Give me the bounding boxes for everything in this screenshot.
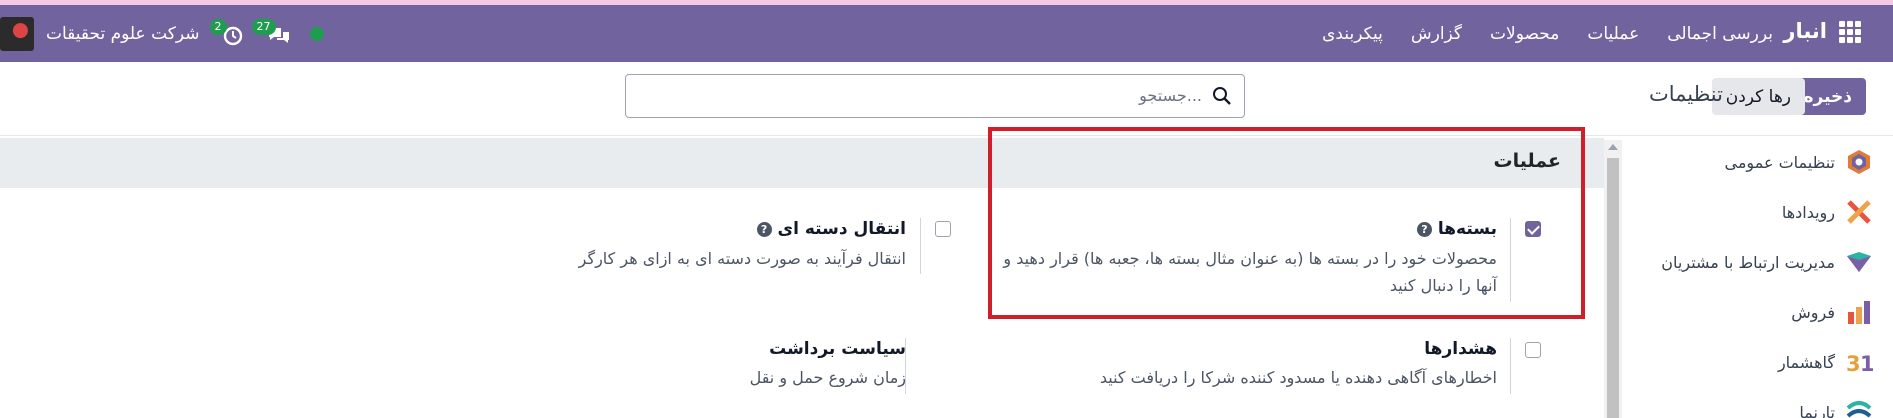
batch-transfer-checkbox[interactable] bbox=[935, 221, 951, 237]
activity-button[interactable]: 2 bbox=[209, 18, 246, 49]
search-icon bbox=[1213, 87, 1231, 105]
help-icon[interactable]: ? bbox=[756, 222, 772, 237]
calendar-icon: 3 1 bbox=[1846, 352, 1873, 376]
general-settings-icon bbox=[1848, 150, 1870, 174]
batch-transfer-label: انتقال دسته ای? bbox=[756, 219, 906, 239]
setting-removal-policy: سیاست برداشت زمان شروع حمل و نقل bbox=[400, 332, 960, 402]
settings-scrollbar[interactable] bbox=[1604, 140, 1622, 418]
warnings-description: اخطارهای آگاهی دهنده یا مسدود کننده شرکا… bbox=[1099, 368, 1497, 387]
crm-icon bbox=[1847, 252, 1871, 272]
scroll-up-arrow-icon[interactable] bbox=[1608, 144, 1618, 150]
avatar[interactable] bbox=[0, 16, 34, 51]
online-status-icon bbox=[309, 26, 324, 41]
sidebar-item-label: مدیریت ارتباط با مشتریان bbox=[1661, 252, 1835, 272]
sidebar-item-label: گاهشمار bbox=[1777, 352, 1835, 372]
search-placeholder: جستجو... bbox=[1139, 86, 1202, 105]
nav-item-operations[interactable]: عملیات bbox=[1587, 24, 1639, 44]
messages-button[interactable]: 27 bbox=[251, 18, 290, 49]
nav-item-overview[interactable]: بررسی اجمالی bbox=[1667, 24, 1773, 44]
sidebar-item-events[interactable]: رویدادها bbox=[1782, 192, 1873, 232]
sidebar-item-website[interactable]: تارنما bbox=[1799, 392, 1873, 418]
nav-menu: بررسی اجمالی عملیات محصولات گزارش پیکربن… bbox=[1322, 24, 1773, 44]
discard-button[interactable]: رها کردن bbox=[1711, 78, 1805, 115]
sidebar-item-label: فروش bbox=[1791, 302, 1835, 322]
sidebar-item-label: رویدادها bbox=[1781, 202, 1835, 222]
batch-transfer-description: انتقال فرآیند به صورت دسته ای به ازای هر… bbox=[578, 249, 906, 268]
sales-icon bbox=[1848, 301, 1870, 324]
events-icon bbox=[1847, 200, 1871, 224]
sidebar-item-crm[interactable]: مدیریت ارتباط با مشتریان bbox=[1661, 242, 1873, 282]
svg-text:3: 3 bbox=[1846, 352, 1861, 376]
company-switcher[interactable]: شرکت علوم تحقیقات bbox=[46, 24, 200, 44]
website-icon bbox=[1846, 401, 1872, 418]
sidebar-item-label: تنظیمات عمومی bbox=[1724, 152, 1835, 172]
scroll-thumb[interactable] bbox=[1607, 158, 1619, 418]
warnings-label: هشدارها bbox=[1424, 339, 1497, 359]
nav-item-products[interactable]: محصولات bbox=[1490, 24, 1559, 44]
apps-grid-icon[interactable] bbox=[1839, 21, 1861, 43]
setting-divider bbox=[1510, 338, 1511, 394]
removal-policy-label: سیاست برداشت bbox=[769, 339, 906, 359]
warnings-checkbox[interactable] bbox=[1525, 342, 1541, 358]
navbar-systray: شرکت علوم تحقیقات 2 27 bbox=[0, 5, 324, 62]
svg-text:1: 1 bbox=[1860, 352, 1873, 376]
batch-transfer-label-text: انتقال دسته ای bbox=[777, 219, 906, 239]
removal-policy-description: زمان شروع حمل و نقل bbox=[749, 368, 906, 387]
highlight-annotation-box bbox=[988, 127, 1585, 319]
search-input[interactable]: جستجو... bbox=[625, 74, 1245, 118]
sidebar-item-sales[interactable]: فروش bbox=[1791, 292, 1873, 332]
setting-divider bbox=[920, 218, 921, 274]
nav-item-configuration[interactable]: پیکربندی bbox=[1322, 24, 1383, 44]
settings-apps-sidebar: تنظیمات عمومی رویدادها مدیریت ارتباط با … bbox=[1623, 137, 1893, 418]
nav-item-reporting[interactable]: گزارش bbox=[1411, 24, 1462, 44]
setting-warnings: هشدارها اخطارهای آگاهی دهنده یا مسدود کن… bbox=[990, 332, 1590, 402]
sidebar-item-label: تارنما bbox=[1799, 402, 1835, 418]
messages-count-badge: 27 bbox=[251, 18, 276, 35]
setting-batch-transfer: انتقال دسته ای? انتقال فرآیند به صورت دس… bbox=[400, 210, 960, 280]
control-panel: ذخیره رها کردن تنظیمات جستجو... bbox=[0, 62, 1893, 136]
sidebar-item-general-settings[interactable]: تنظیمات عمومی bbox=[1725, 142, 1873, 182]
page-title: تنظیمات bbox=[1648, 82, 1723, 106]
activity-count-badge: 2 bbox=[209, 18, 227, 35]
main-navbar: انبار بررسی اجمالی عملیات محصولات گزارش … bbox=[0, 5, 1893, 62]
app-brand[interactable]: انبار bbox=[1783, 19, 1827, 43]
sidebar-item-calendar[interactable]: 3 1 گاهشمار bbox=[1778, 342, 1873, 382]
